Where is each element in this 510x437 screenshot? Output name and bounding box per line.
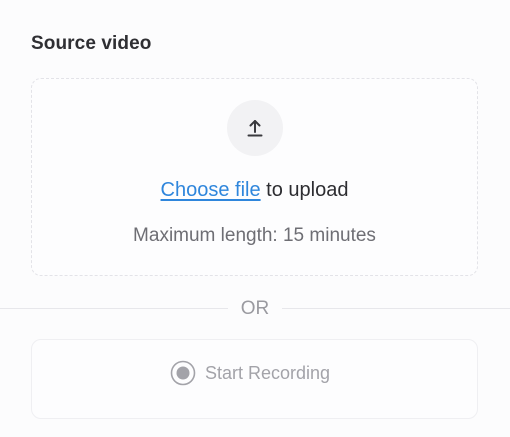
upload-prompt: Choose file to upload [32,179,477,202]
section-title: Source video [31,33,152,54]
max-length-note: Maximum length: 15 minutes [133,225,376,246]
start-recording-label: Start Recording [205,362,331,383]
or-label: OR [240,298,270,319]
upload-button[interactable] [227,100,283,156]
file-dropzone[interactable]: Choose file to upload Maximum length: 15… [31,78,478,276]
recording-panel: Start Recording [31,339,478,419]
start-recording-button[interactable]: Start Recording [170,359,330,387]
upload-icon [247,120,263,137]
record-icon [170,360,196,386]
choose-file-link[interactable]: Choose file [161,179,261,201]
divider-line-right [282,308,510,309]
or-divider: OR [0,298,510,320]
upload-prompt-suffix: to upload [260,179,349,201]
